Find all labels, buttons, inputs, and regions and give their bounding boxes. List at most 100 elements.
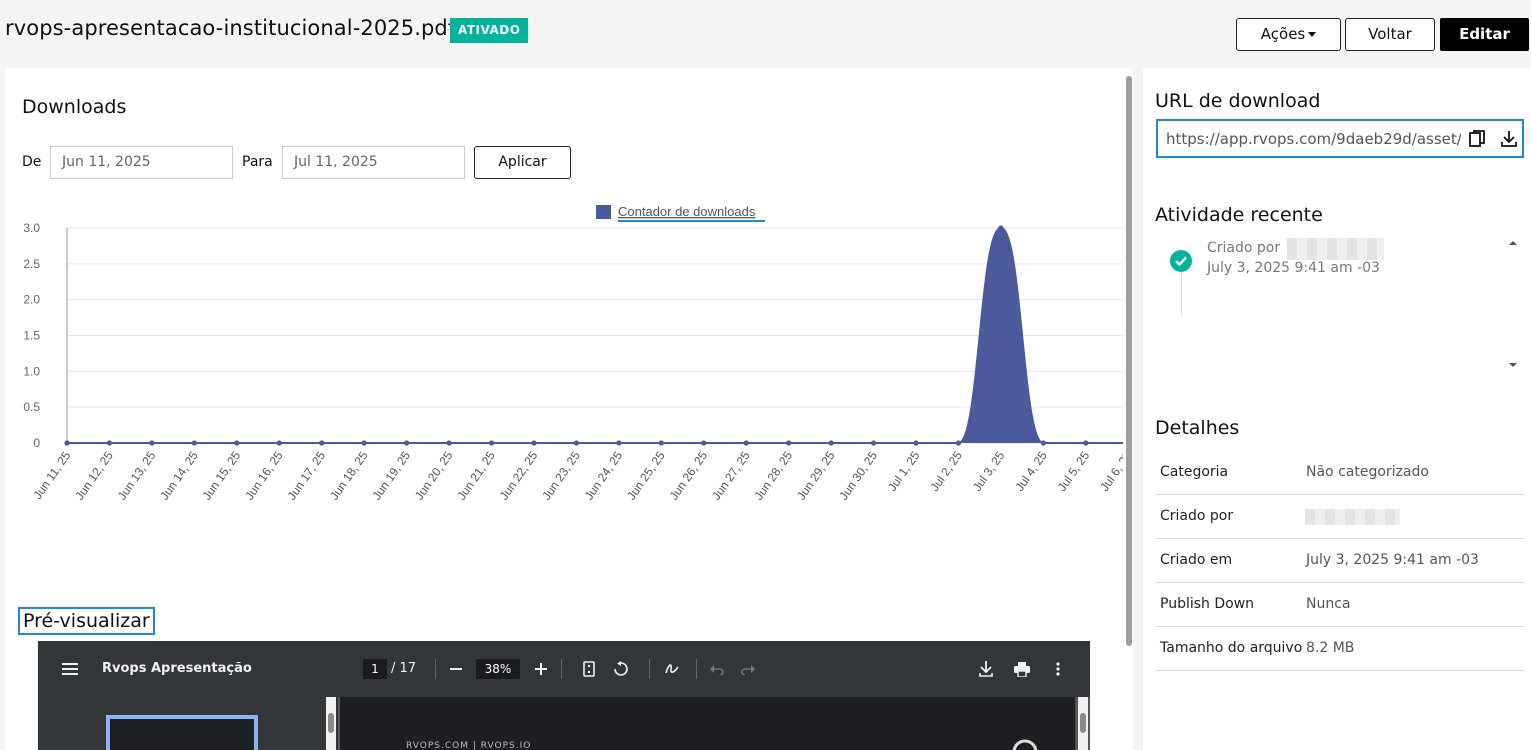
pdf-page-total: / 17 [391,661,417,676]
preview-title: Pré-visualizar [18,607,155,635]
pdf-toolbar: Rvops Apresentação 1 / 17 38% [38,641,1090,697]
pdf-zoom-input[interactable]: 38% [476,659,520,679]
x-tick-label: Jun 14, 25 [157,448,201,502]
x-tick-label: Jun 30, 25 [836,448,880,502]
scroll-thumb[interactable] [328,713,334,733]
details-title: Detalhes [1155,417,1240,439]
download-icon[interactable] [979,661,993,677]
x-tick-label: Jun 18, 25 [327,448,371,502]
x-tick-label: Jun 21, 25 [454,448,498,502]
y-tick-label: 1.0 [23,364,40,378]
legend-swatch [596,205,611,219]
detail-value: Nunca [1306,596,1351,612]
annotate-icon[interactable] [664,661,680,677]
activity-created-by: Criado por [1207,240,1281,256]
status-badge: ATIVADO [450,18,529,43]
page-scrollbar[interactable] [1078,697,1088,750]
detail-value: Não categorizado [1306,464,1429,480]
x-tick-label: Jun 27, 25 [709,448,753,502]
x-tick-label: Jul 1, 25 [885,448,923,493]
x-tick-label: Jun 20, 25 [412,448,456,502]
download-icon[interactable] [1501,131,1517,148]
actions-button[interactable]: Ações [1236,18,1341,51]
from-label: De [22,154,42,170]
x-tick-label: Jun 19, 25 [369,448,413,502]
detail-key: Tamanho do arquivo [1160,640,1303,656]
page-logo-icon [1012,739,1038,750]
asset-title: rvops-apresentacao-institucional-2025.pd… [5,16,456,40]
back-button[interactable]: Voltar [1345,18,1435,51]
actions-label: Ações [1260,25,1306,43]
undo-icon[interactable] [710,663,724,675]
zoom-in-icon[interactable] [535,663,547,675]
y-tick-label: 2.0 [23,293,40,307]
x-tick-label: Jul 4, 25 [1012,448,1050,493]
data-point [446,440,452,446]
data-point [701,440,707,446]
detail-key: Criado em [1160,552,1233,568]
redo-icon[interactable] [741,663,755,675]
copy-icon[interactable] [1469,130,1485,148]
downloads-title: Downloads [22,96,127,118]
scroll-up-icon[interactable] [1509,240,1517,246]
chart-grid [66,227,1123,444]
data-point [361,440,367,446]
edit-button[interactable]: Editar [1440,18,1529,51]
scroll-down-icon[interactable] [1509,362,1517,368]
rotate-icon[interactable] [613,661,629,677]
main-panel: Downloads De Jun 11, 2025 Para Jul 11, 2… [5,68,1133,750]
downloads-chart: 3.0 2.5 2.0 1.5 1.0 0.5 0 Jun 11, 25Jun 12, 25… [23,204,1123,503]
pdf-title: Rvops Apresentação [102,661,252,676]
legend-label: Contador de downloads [618,204,756,219]
x-tick-label: Jun 22, 25 [497,448,541,502]
pdf-page-text: RVOPS.COM | RVOPS.IO [406,741,532,750]
data-point [913,440,919,446]
pdf-thumbnail[interactable] [106,715,258,750]
to-date-input[interactable]: Jul 11, 2025 [282,146,465,179]
from-date-input[interactable]: Jun 11, 2025 [50,146,233,179]
pdf-page-input[interactable]: 1 [363,659,387,679]
activity-date: July 3, 2025 9:41 am -03 [1207,260,1380,276]
download-url-field[interactable]: https://app.rvops.com/9daeb29d/asset/4 [1156,119,1524,158]
data-point [191,440,197,446]
sidebar-panel: URL de download https://app.rvops.com/9d… [1143,68,1531,750]
pdf-viewer: Rvops Apresentação 1 / 17 38% RVOPS.COM … [38,641,1090,750]
download-url-value[interactable]: https://app.rvops.com/9daeb29d/asset/4 [1166,130,1461,148]
data-point [404,440,410,446]
panel-scrollbar[interactable] [1126,76,1132,646]
data-point [870,440,877,446]
data-point [531,440,537,446]
apply-button[interactable]: Aplicar [474,146,571,179]
x-tick-label: Jun 12, 25 [72,448,116,502]
x-tick-label: Jun 16, 25 [242,448,286,502]
x-tick-label: Jul 6, 25 [1097,448,1123,493]
detail-key: Categoria [1160,464,1229,480]
zoom-out-icon[interactable] [450,663,462,675]
pdf-thumbnail-sidebar [38,697,338,750]
data-point [149,440,155,446]
y-tick-label: 3.0 [23,221,40,235]
data-point [276,440,282,446]
detail-row-created-by: Criado por [1155,495,1525,539]
timeline-line [1181,272,1182,316]
print-icon[interactable] [1014,662,1030,677]
toolbar-divider [649,659,650,679]
x-tick-label: Jul 5, 25 [1055,448,1093,493]
y-tick-label: 0 [33,436,40,450]
data-point [573,440,580,446]
to-label: Para [242,154,273,170]
menu-icon[interactable] [62,662,78,676]
data-point [64,440,70,446]
data-point [319,440,325,446]
scroll-thumb[interactable] [1080,713,1086,733]
thumbnail-scrollbar[interactable] [326,697,336,750]
toolbar-divider [561,659,562,679]
more-options-icon[interactable] [1056,662,1060,676]
x-tick-label: Jun 25, 25 [624,448,668,502]
x-tick-label: Jul 2, 25 [927,448,965,493]
fit-page-icon[interactable] [583,661,595,677]
data-point [786,440,792,446]
detail-row-publish-down: Publish Down Nunca [1155,583,1525,627]
data-point [998,225,1004,231]
url-title: URL de download [1155,90,1321,112]
